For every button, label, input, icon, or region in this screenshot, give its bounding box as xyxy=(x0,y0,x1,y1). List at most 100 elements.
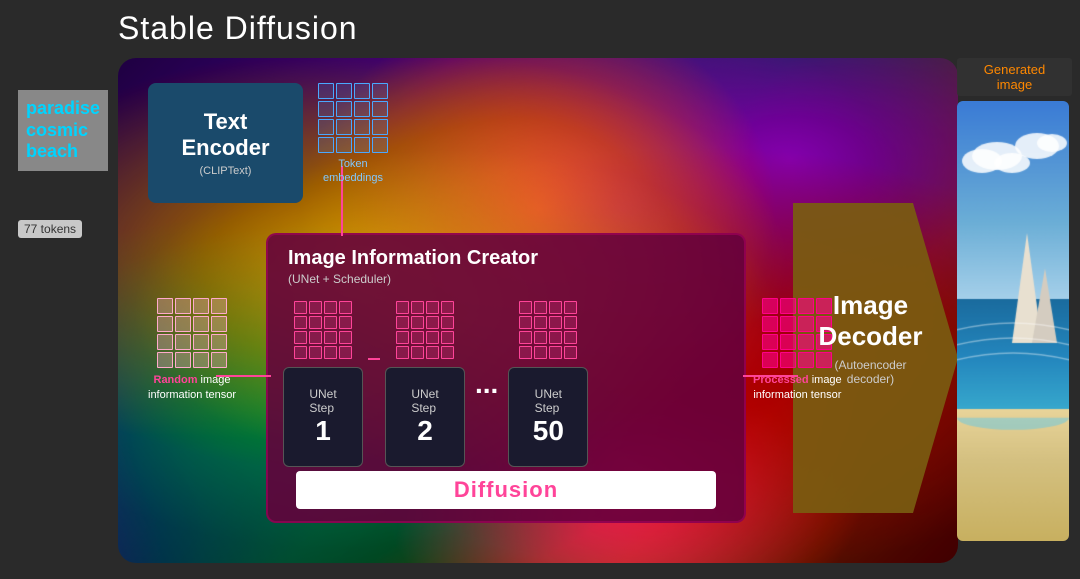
text-encoder-box: TextEncoder (CLIPText) xyxy=(148,83,303,203)
grid-cell xyxy=(211,334,227,350)
grid-cell xyxy=(354,119,370,135)
iic-title: Image Information Creator xyxy=(268,235,744,272)
grid-cell xyxy=(193,352,209,368)
grid-cell xyxy=(324,301,337,314)
grid-cell xyxy=(354,101,370,117)
grid-cell xyxy=(354,137,370,153)
grid-cell xyxy=(426,331,439,344)
arrow-step-1-to-2 xyxy=(368,358,380,360)
grid-cell xyxy=(211,352,227,368)
grid-cell xyxy=(762,298,778,314)
unet-steps-container: UNetStep 1 xyxy=(268,296,744,472)
grid-cell xyxy=(339,346,352,359)
grid-cell xyxy=(339,301,352,314)
grid-cell xyxy=(396,346,409,359)
image-decoder-sublabel: (Autoencoderdecoder) xyxy=(834,358,906,386)
unet-box-1: UNetStep 1 xyxy=(283,367,363,467)
grid-cell xyxy=(324,346,337,359)
grid-cell xyxy=(372,119,388,135)
unet-step-1-label: UNetStep xyxy=(309,387,336,415)
grid-cell xyxy=(534,346,547,359)
grid-cell xyxy=(354,83,370,99)
grid-cell xyxy=(294,316,307,329)
grid-cell xyxy=(175,316,191,332)
grid-cell xyxy=(549,346,562,359)
grid-cell xyxy=(549,301,562,314)
diffusion-label: Diffusion xyxy=(356,477,656,503)
grid-cell xyxy=(519,301,532,314)
iic-subtitle: (UNet + Scheduler) xyxy=(268,272,744,296)
grid-cell xyxy=(193,298,209,314)
unet-step-2-number: 2 xyxy=(417,415,433,447)
diffusion-bar: Diffusion xyxy=(296,471,716,509)
unet-step-1-grid-top xyxy=(294,301,352,359)
grid-cell xyxy=(549,331,562,344)
grid-cell xyxy=(396,331,409,344)
grid-cell xyxy=(441,346,454,359)
grid-cell xyxy=(441,331,454,344)
grid-cell xyxy=(441,301,454,314)
grid-cell xyxy=(157,352,173,368)
grid-cell xyxy=(372,137,388,153)
grid-cell xyxy=(564,316,577,329)
text-prompt-line2: cosmic xyxy=(26,120,100,142)
grid-cell xyxy=(294,331,307,344)
token-embeddings-grid xyxy=(318,83,388,153)
image-decoder-label: ImageDecoder xyxy=(818,290,922,352)
unet-step-50: UNetStep 50 xyxy=(508,301,588,467)
token-embeddings-container: Tokenembeddings xyxy=(318,83,388,186)
grid-cell xyxy=(157,334,173,350)
text-prompt-line3: beach xyxy=(26,141,100,163)
grid-cell xyxy=(441,316,454,329)
unet-step-1-number: 1 xyxy=(315,415,331,447)
unet-step-50-grid-top xyxy=(519,301,577,359)
grid-cell xyxy=(426,316,439,329)
grid-cell xyxy=(426,346,439,359)
grid-cell xyxy=(336,137,352,153)
grid-cell xyxy=(519,346,532,359)
grid-cell xyxy=(411,301,424,314)
grid-cell xyxy=(534,301,547,314)
random-tensor-grid xyxy=(157,298,227,368)
grid-cell xyxy=(564,301,577,314)
grid-cell xyxy=(175,298,191,314)
page-title: Stable Diffusion xyxy=(118,10,358,47)
grid-cell xyxy=(426,301,439,314)
grid-cell xyxy=(211,298,227,314)
grid-cell xyxy=(534,316,547,329)
grid-cell xyxy=(411,346,424,359)
grid-cell xyxy=(324,331,337,344)
grid-cell xyxy=(339,316,352,329)
grid-cell xyxy=(175,334,191,350)
grid-cell xyxy=(396,316,409,329)
grid-cell xyxy=(318,137,334,153)
unet-box-2: UNetStep 2 xyxy=(385,367,465,467)
unet-box-50: UNetStep 50 xyxy=(508,367,588,467)
token-count-badge: 77 tokens xyxy=(18,220,82,238)
text-encoder-label: TextEncoder xyxy=(181,109,269,162)
generated-image-label: Generated image xyxy=(957,58,1072,96)
generated-image-canvas xyxy=(957,101,1069,541)
main-diagram: TextEncoder (CLIPText) Tokenembeddings xyxy=(118,58,958,563)
grid-cell xyxy=(193,334,209,350)
grid-cell xyxy=(193,316,209,332)
random-tensor-label: Random imageinformation tensor xyxy=(148,373,236,404)
grid-cell xyxy=(372,83,388,99)
grid-cell xyxy=(309,316,322,329)
grid-cell xyxy=(372,101,388,117)
grid-cell xyxy=(309,346,322,359)
grid-cell xyxy=(762,352,778,368)
unet-step-2: UNetStep 2 xyxy=(385,301,465,467)
token-embeddings-label: Tokenembeddings xyxy=(323,157,383,186)
grid-cell xyxy=(519,331,532,344)
grid-cell xyxy=(534,331,547,344)
dots-separator: ... xyxy=(470,368,503,400)
grid-cell xyxy=(396,301,409,314)
unet-step-2-label: UNetStep xyxy=(411,387,438,415)
grid-cell xyxy=(294,301,307,314)
grid-cell xyxy=(309,331,322,344)
grid-cell xyxy=(211,316,227,332)
grid-cell xyxy=(175,352,191,368)
text-prompt-box: paradise cosmic beach xyxy=(18,90,108,171)
grid-cell xyxy=(336,83,352,99)
